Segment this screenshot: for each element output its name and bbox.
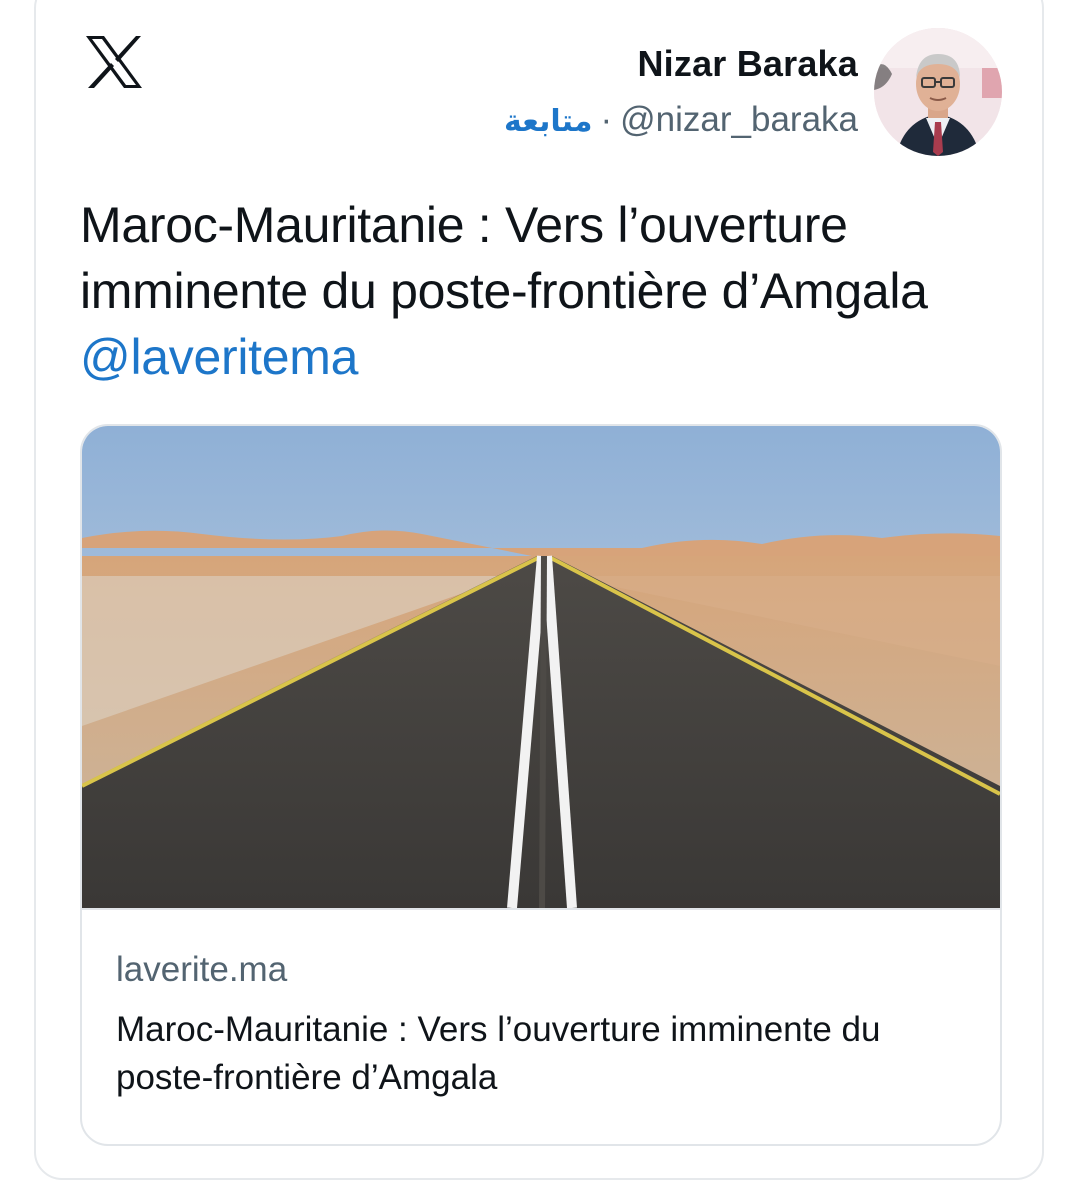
follow-button[interactable]: متابعة — [504, 104, 592, 139]
desert-road-photo — [82, 426, 1000, 910]
x-logo-icon[interactable] — [84, 34, 144, 90]
tweet-body: Maroc-Mauritanie : Vers l’ouverture immi… — [80, 197, 928, 319]
link-domain: laverite.ma — [116, 950, 288, 989]
author-sub-line: متابعة · @nizar_baraka — [504, 96, 858, 146]
avatar[interactable] — [874, 28, 1002, 156]
author-name[interactable]: Nizar Baraka — [504, 40, 858, 88]
author-handle[interactable]: @nizar_baraka — [620, 100, 858, 139]
tweet-text: Maroc-Mauritanie : Vers l’ouverture immi… — [80, 192, 1000, 390]
link-preview-card[interactable]: laverite.ma Maroc-Mauritanie : Vers l’ou… — [80, 424, 1002, 1146]
separator-dot: · — [600, 100, 613, 139]
author-info: Nizar Baraka متابعة · @nizar_baraka — [504, 40, 858, 146]
mention-link[interactable]: @laveritema — [80, 329, 358, 385]
link-title: Maroc-Mauritanie : Vers l’ouverture immi… — [116, 1010, 881, 1097]
avatar-photo — [874, 28, 1002, 156]
